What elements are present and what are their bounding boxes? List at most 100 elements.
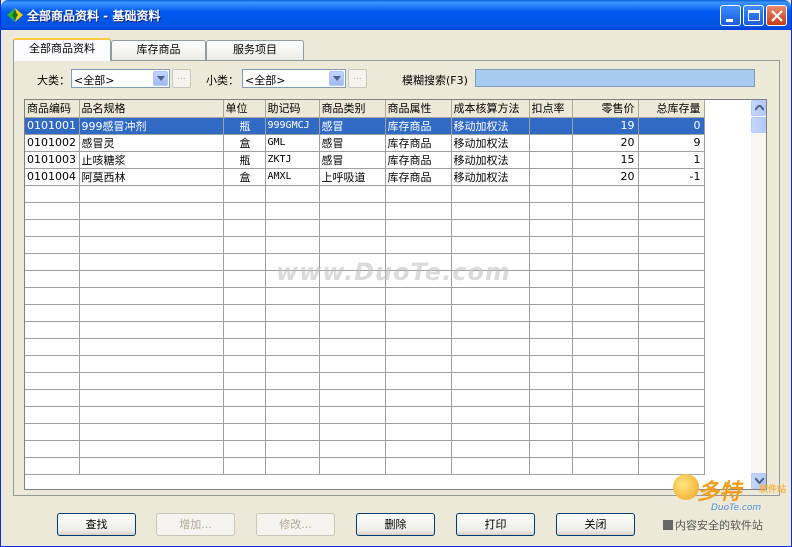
print-button[interactable]: 打印 [456, 513, 535, 536]
table-cell[interactable] [572, 236, 639, 254]
table-cell[interactable] [638, 219, 705, 237]
table-cell[interactable] [451, 457, 530, 475]
table-cell[interactable]: 感冒灵 [79, 134, 224, 152]
table-cell[interactable]: 移动加权法 [451, 134, 530, 152]
table-cell[interactable]: -1 [638, 168, 705, 186]
table-cell[interactable] [25, 253, 80, 271]
table-cell[interactable]: 盒 [223, 168, 266, 186]
table-cell[interactable]: 上呼吸道 [319, 168, 386, 186]
table-cell[interactable] [25, 372, 80, 390]
column-header-category[interactable]: 商品类别 [319, 100, 386, 118]
table-cell[interactable] [529, 185, 573, 203]
column-header-cost-method[interactable]: 成本核算方法 [451, 100, 530, 118]
table-cell[interactable] [265, 423, 320, 441]
table-cell[interactable] [572, 457, 639, 475]
table-cell[interactable] [319, 321, 386, 339]
table-cell[interactable] [319, 423, 386, 441]
empty-table-row[interactable] [25, 389, 705, 407]
table-cell[interactable] [25, 185, 80, 203]
table-cell[interactable] [79, 219, 224, 237]
column-header-total-stock[interactable]: 总库存量 [638, 100, 705, 118]
close-button[interactable]: 关闭 [556, 513, 635, 536]
empty-table-row[interactable] [25, 287, 705, 305]
table-cell[interactable] [638, 304, 705, 322]
table-cell[interactable] [223, 406, 266, 424]
table-cell[interactable]: 9 [638, 134, 705, 152]
table-cell[interactable] [529, 236, 573, 254]
table-cell[interactable] [25, 440, 80, 458]
table-cell[interactable] [529, 287, 573, 305]
table-cell[interactable] [25, 219, 80, 237]
table-cell[interactable] [529, 304, 573, 322]
delete-button[interactable]: 删除 [356, 513, 435, 536]
table-cell[interactable]: 0101001 [25, 117, 80, 135]
table-cell[interactable] [265, 202, 320, 220]
table-cell[interactable]: 1 [638, 151, 705, 169]
table-cell[interactable] [638, 202, 705, 220]
table-cell[interactable] [638, 321, 705, 339]
table-cell[interactable] [223, 372, 266, 390]
table-cell[interactable] [79, 372, 224, 390]
table-cell[interactable] [451, 372, 530, 390]
table-cell[interactable] [529, 457, 573, 475]
table-cell[interactable] [25, 287, 80, 305]
table-cell[interactable] [385, 202, 452, 220]
table-cell[interactable] [25, 236, 80, 254]
table-cell[interactable] [25, 423, 80, 441]
table-cell[interactable] [385, 185, 452, 203]
table-cell[interactable]: 999感冒冲剂 [79, 117, 224, 135]
table-cell[interactable] [79, 406, 224, 424]
table-cell[interactable] [265, 440, 320, 458]
table-cell[interactable] [451, 338, 530, 356]
table-cell[interactable] [638, 270, 705, 288]
table-cell[interactable] [572, 287, 639, 305]
table-cell[interactable] [319, 202, 386, 220]
table-cell[interactable] [223, 423, 266, 441]
column-header-retail-price[interactable]: 零售价 [572, 100, 639, 118]
tab-all-products[interactable]: 全部商品资料 [13, 38, 111, 61]
table-cell[interactable] [265, 185, 320, 203]
table-cell[interactable] [385, 372, 452, 390]
category-select[interactable]: <全部> [71, 69, 170, 88]
table-cell[interactable] [79, 270, 224, 288]
table-cell[interactable] [385, 355, 452, 373]
tab-stock-products[interactable]: 库存商品 [111, 40, 206, 60]
table-cell[interactable] [451, 202, 530, 220]
table-cell[interactable] [265, 287, 320, 305]
column-header-mnemonic[interactable]: 助记码 [265, 100, 320, 118]
table-cell[interactable] [319, 457, 386, 475]
table-row[interactable]: 0101001 999感冒冲剂瓶 999GMCJ 感冒 库存商品 移动加权法 19 0 [25, 117, 705, 135]
table-cell[interactable] [223, 287, 266, 305]
table-cell[interactable]: 阿莫西林 [79, 168, 224, 186]
table-cell[interactable] [223, 321, 266, 339]
empty-table-row[interactable] [25, 236, 705, 254]
empty-table-row[interactable] [25, 202, 705, 220]
table-cell[interactable] [265, 457, 320, 475]
table-cell[interactable] [265, 219, 320, 237]
table-cell[interactable] [572, 338, 639, 356]
table-cell[interactable] [385, 457, 452, 475]
table-cell[interactable]: 库存商品 [385, 151, 452, 169]
table-cell[interactable] [572, 185, 639, 203]
table-cell[interactable]: 20 [572, 168, 639, 186]
table-cell[interactable] [529, 151, 573, 169]
table-cell[interactable] [223, 304, 266, 322]
table-cell[interactable] [385, 219, 452, 237]
tab-services[interactable]: 服务项目 [206, 40, 304, 60]
table-cell[interactable] [572, 389, 639, 407]
find-button[interactable]: 查找 [57, 513, 136, 536]
table-cell[interactable] [529, 423, 573, 441]
table-cell[interactable] [529, 117, 573, 135]
table-cell[interactable] [451, 185, 530, 203]
table-cell[interactable] [572, 270, 639, 288]
table-cell[interactable]: 瓶 [223, 117, 266, 135]
table-cell[interactable] [79, 304, 224, 322]
table-cell[interactable] [572, 219, 639, 237]
empty-table-row[interactable] [25, 321, 705, 339]
table-cell[interactable]: 0101003 [25, 151, 80, 169]
table-cell[interactable]: 库存商品 [385, 168, 452, 186]
column-header-unit[interactable]: 单位 [223, 100, 266, 118]
table-cell[interactable] [223, 338, 266, 356]
table-row[interactable]: 0101004 阿莫西林盒 AMXL 上呼吸道 库存商品 移动加权法 20 -1 [25, 168, 705, 186]
table-cell[interactable] [223, 236, 266, 254]
